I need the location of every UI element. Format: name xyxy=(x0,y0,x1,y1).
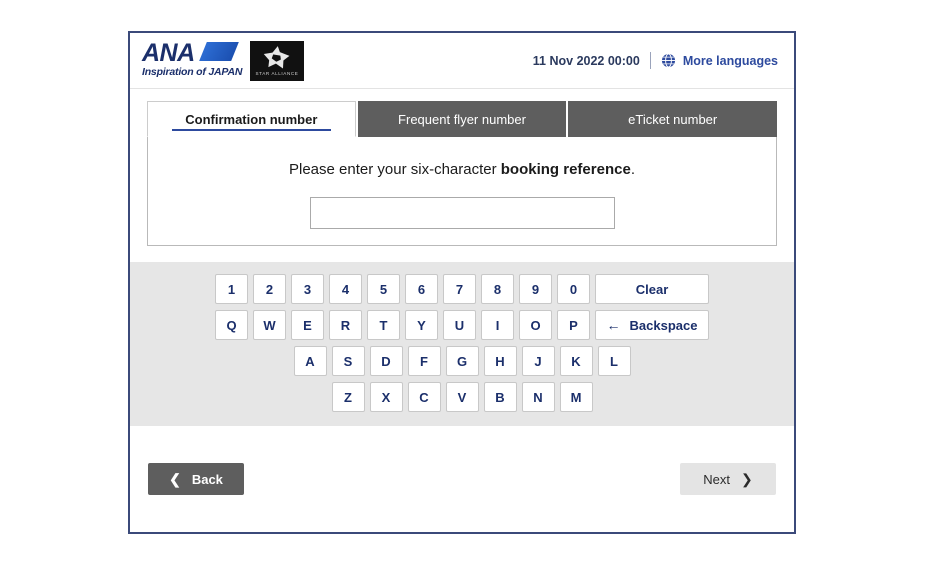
key-h[interactable]: H xyxy=(483,346,517,376)
more-languages-link[interactable]: More languages xyxy=(661,53,778,68)
booking-reference-input[interactable] xyxy=(309,197,615,229)
chevron-left-icon: ❮ xyxy=(169,471,181,487)
on-screen-keyboard: 1 2 3 4 5 6 7 8 9 0 Clear Q W E R T Y U … xyxy=(130,262,794,426)
key-k[interactable]: K xyxy=(559,346,593,376)
key-y[interactable]: Y xyxy=(405,310,438,340)
tab-confirmation-number[interactable]: Confirmation number xyxy=(147,101,356,137)
key-m[interactable]: M xyxy=(559,382,593,412)
keyboard-row-asdf: A S D F G H J K L xyxy=(130,346,794,376)
star-alliance-star-icon xyxy=(262,44,291,71)
ana-logo: ANA Inspiration of JAPAN xyxy=(142,38,242,81)
back-button-label: Back xyxy=(191,471,223,487)
key-o[interactable]: O xyxy=(519,310,552,340)
star-alliance-label: STAR ALLIANCE xyxy=(255,70,299,76)
chevron-right-icon: ❯ xyxy=(741,471,753,487)
key-n[interactable]: N xyxy=(521,382,555,412)
tab-bar: Confirmation number Frequent flyer numbe… xyxy=(147,101,778,137)
ana-wordmark: ANA xyxy=(142,38,195,67)
keyboard-row-numbers: 1 2 3 4 5 6 7 8 9 0 Clear xyxy=(130,274,794,304)
arrow-left-icon: ← xyxy=(606,317,621,333)
content-top: Confirmation number Frequent flyer numbe… xyxy=(130,89,794,246)
ana-swoosh-icon xyxy=(197,41,239,61)
header-right-group: 11 Nov 2022 00:00 More languages xyxy=(533,52,780,69)
star-alliance-logo: STAR ALLIANCE xyxy=(250,40,304,81)
key-w[interactable]: W xyxy=(253,310,286,340)
ana-tagline: Inspiration of JAPAN xyxy=(142,65,243,78)
keyboard-row-zxcv: Z X C V B N M xyxy=(130,382,794,412)
key-b[interactable]: B xyxy=(483,382,517,412)
confirmation-number-panel: Please enter your six-character booking … xyxy=(147,136,777,246)
tab-label: Frequent flyer number xyxy=(398,111,526,127)
next-button-label: Next xyxy=(703,471,730,487)
key-i[interactable]: I xyxy=(481,310,514,340)
key-p[interactable]: P xyxy=(557,310,590,340)
key-e[interactable]: E xyxy=(291,310,324,340)
more-languages-label: More languages xyxy=(682,53,778,68)
key-v[interactable]: V xyxy=(445,382,479,412)
header-logos: ANA Inspiration of JAPAN STAR ALLIANCE xyxy=(142,38,304,81)
backspace-button[interactable]: ← Backspace xyxy=(595,310,709,340)
app-header: ANA Inspiration of JAPAN STAR ALLIANCE 1… xyxy=(130,33,794,89)
tab-label: Confirmation number xyxy=(185,111,318,127)
key-q[interactable]: Q xyxy=(215,310,248,340)
key-9[interactable]: 9 xyxy=(519,274,552,304)
instruction-emphasis: booking reference xyxy=(500,161,631,178)
key-c[interactable]: C xyxy=(407,382,441,412)
key-j[interactable]: J xyxy=(521,346,555,376)
globe-icon xyxy=(661,53,675,68)
instruction-text: Please enter your six-character booking … xyxy=(289,161,635,178)
key-l[interactable]: L xyxy=(597,346,631,376)
tab-label: eTicket number xyxy=(628,111,718,127)
kiosk-app-frame: ANA Inspiration of JAPAN STAR ALLIANCE 1… xyxy=(128,31,796,534)
back-button[interactable]: ❮ Back xyxy=(148,463,244,495)
tab-frequent-flyer-number[interactable]: Frequent flyer number xyxy=(357,101,567,137)
active-tab-underline xyxy=(172,129,331,131)
key-6[interactable]: 6 xyxy=(405,274,438,304)
header-datetime: 11 Nov 2022 00:00 xyxy=(532,53,640,68)
key-7[interactable]: 7 xyxy=(443,274,476,304)
key-3[interactable]: 3 xyxy=(291,274,324,304)
key-g[interactable]: G xyxy=(445,346,479,376)
key-z[interactable]: Z xyxy=(331,382,365,412)
key-a[interactable]: A xyxy=(293,346,327,376)
footer-nav: ❮ Back Next ❯ xyxy=(130,426,794,532)
instruction-prefix: Please enter your six-character xyxy=(289,161,501,178)
key-4[interactable]: 4 xyxy=(329,274,362,304)
key-2[interactable]: 2 xyxy=(253,274,286,304)
key-s[interactable]: S xyxy=(331,346,365,376)
key-0[interactable]: 0 xyxy=(557,274,590,304)
key-u[interactable]: U xyxy=(443,310,476,340)
key-f[interactable]: F xyxy=(407,346,441,376)
tab-eticket-number[interactable]: eTicket number xyxy=(568,101,778,137)
key-t[interactable]: T xyxy=(367,310,400,340)
key-d[interactable]: D xyxy=(369,346,403,376)
key-5[interactable]: 5 xyxy=(367,274,400,304)
keyboard-row-qwerty: Q W E R T Y U I O P ← Backspace xyxy=(130,310,794,340)
key-r[interactable]: R xyxy=(329,310,362,340)
key-8[interactable]: 8 xyxy=(481,274,514,304)
header-divider xyxy=(649,52,651,69)
key-x[interactable]: X xyxy=(369,382,403,412)
next-button[interactable]: Next ❯ xyxy=(680,463,776,495)
backspace-label: Backspace xyxy=(629,317,698,333)
instruction-suffix: . xyxy=(630,161,635,178)
clear-button[interactable]: Clear xyxy=(595,274,709,304)
key-1[interactable]: 1 xyxy=(215,274,248,304)
